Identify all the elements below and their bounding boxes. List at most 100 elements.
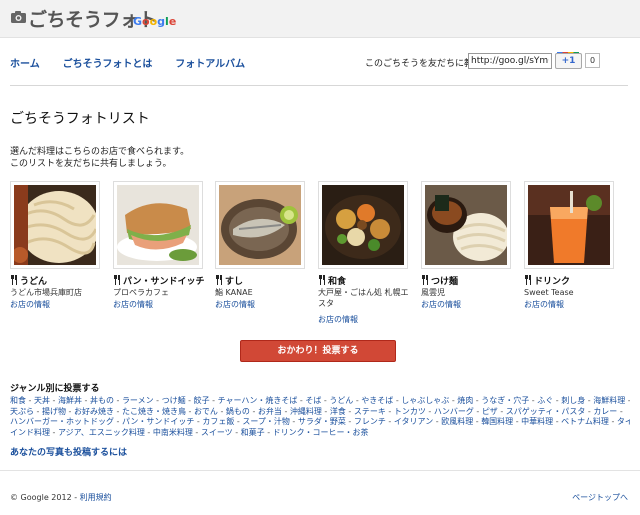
genre-link[interactable]: 餃子 xyxy=(194,396,210,405)
dish-category: うどん xyxy=(10,274,47,287)
genre-link[interactable]: スイーツ xyxy=(201,428,233,437)
genre-link[interactable]: フレンチ xyxy=(354,417,386,426)
genre-link[interactable]: アジア、エスニック料理 xyxy=(58,428,145,437)
plusone-button[interactable]: +1 xyxy=(555,53,582,69)
dish-photo-frame[interactable] xyxy=(113,181,203,269)
genre-link[interactable]: おでん xyxy=(194,407,218,416)
genre-link[interactable]: ラーメン xyxy=(122,396,154,405)
post-photo-link[interactable]: あなたの写真も投稿するには xyxy=(10,445,127,458)
genre-separator: - xyxy=(617,406,623,416)
dish-photo-frame[interactable] xyxy=(10,181,100,269)
genre-link[interactable]: イタリアン xyxy=(394,417,433,426)
genre-link[interactable]: スープ・汁物 xyxy=(242,417,290,426)
genre-link[interactable]: ドリンク・コーヒー・お茶 xyxy=(273,428,369,437)
genre-link[interactable]: トンカツ xyxy=(394,407,426,416)
share-url-field[interactable] xyxy=(468,53,552,69)
genre-link[interactable]: 天丼 xyxy=(34,396,50,405)
vote-again-button[interactable]: おかわり！投票する xyxy=(240,340,396,362)
genre-link[interactable]: ベトナム料理 xyxy=(561,417,609,426)
dish-photo-frame[interactable] xyxy=(421,181,511,269)
genre-link[interactable]: ステーキ xyxy=(354,407,386,416)
main-nav: ホーム ごちそうフォトとは フォトアルバム xyxy=(10,55,265,70)
genre-separator: - xyxy=(289,417,298,426)
genre-link[interactable]: 鍋もの xyxy=(226,407,250,416)
genre-link[interactable]: カレー xyxy=(593,407,617,416)
dish-photo-frame[interactable] xyxy=(524,181,614,269)
genre-link[interactable]: お好み焼き xyxy=(74,407,114,416)
genre-link[interactable]: 韓国料理 xyxy=(481,417,513,426)
genre-link[interactable]: 丼もの xyxy=(90,396,114,405)
shop-info-link[interactable]: お店の情報 xyxy=(524,299,564,310)
genre-link[interactable]: タイ料理 xyxy=(617,417,630,426)
dish-photo-frame[interactable] xyxy=(215,181,305,269)
genre-link[interactable]: 欧風料理 xyxy=(441,417,473,426)
shop-info-link[interactable]: お店の情報 xyxy=(215,299,255,310)
nav-photo-album[interactable]: フォトアルバム xyxy=(175,59,245,70)
shop-info-link[interactable]: お店の情報 xyxy=(10,299,50,310)
genre-line: 和食 - 天丼 - 海鮮丼 - 丼もの - ラーメン - つけ麺 - 餃子 - … xyxy=(10,396,630,407)
genre-link[interactable]: 洋食 xyxy=(330,407,346,416)
genre-link[interactable]: そば xyxy=(305,396,321,405)
genre-link[interactable]: しゃぶしゃぶ xyxy=(401,396,449,405)
genre-link[interactable]: 和食 xyxy=(10,396,26,405)
genre-link[interactable]: カフェ飯 xyxy=(202,417,234,426)
terms-link[interactable]: 利用規約 xyxy=(80,493,112,502)
genre-link[interactable]: 焼肉 xyxy=(457,396,473,405)
genre-link[interactable]: ふぐ xyxy=(537,396,553,405)
google-logo-letter: e xyxy=(168,15,177,28)
genre-link[interactable]: 中南米料理 xyxy=(153,428,193,437)
genre-link[interactable]: ハンバーガー・ホットドッグ xyxy=(10,417,114,426)
genre-link[interactable]: うどん xyxy=(329,396,353,405)
genre-separator: - xyxy=(433,417,442,426)
dish-category: パン・サンドイッチ xyxy=(113,274,204,287)
genre-separator: - xyxy=(249,406,258,416)
genre-separator: - xyxy=(625,396,630,405)
genre-separator: - xyxy=(113,396,122,405)
genre-link[interactable]: 和菓子 xyxy=(241,428,265,437)
dish-photo-frame[interactable] xyxy=(318,181,408,269)
washoku-photo xyxy=(322,185,404,265)
genre-separator: - xyxy=(114,417,122,426)
google-logo-letter: o xyxy=(142,15,150,28)
genre-link[interactable]: ハンバーグ xyxy=(434,407,474,416)
dish-category: つけ麺 xyxy=(421,274,458,287)
genre-link[interactable]: うなぎ・穴子 xyxy=(481,396,529,405)
genre-separator: - xyxy=(50,427,58,437)
genre-link[interactable]: サラダ・野菜 xyxy=(298,417,346,426)
genre-link[interactable]: たこ焼き・焼き鳥 xyxy=(122,407,186,416)
dish-shop-name: 風雲児 xyxy=(421,288,445,297)
genre-link[interactable]: 天ぷら xyxy=(10,407,34,416)
sushi-photo xyxy=(219,185,301,265)
genre-separator: - xyxy=(497,406,506,416)
genre-link[interactable]: ピザ xyxy=(482,407,498,416)
shop-info-link[interactable]: お店の情報 xyxy=(421,299,461,310)
genre-link[interactable]: つけ麺 xyxy=(162,396,186,405)
genre-link[interactable]: やきそば xyxy=(361,396,393,405)
genre-link[interactable]: 揚げ物 xyxy=(42,407,66,416)
genre-link[interactable]: 沖縄料理 xyxy=(290,407,322,416)
shop-info-link[interactable]: お店の情報 xyxy=(113,299,153,310)
genre-separator: - xyxy=(473,417,482,426)
genre-link[interactable]: 海鮮料理 xyxy=(593,396,625,405)
genre-link[interactable]: お弁当 xyxy=(258,407,282,416)
fork-knife-icon xyxy=(11,275,17,285)
nav-about[interactable]: ごちそうフォトとは xyxy=(63,59,153,70)
nav-home[interactable]: ホーム xyxy=(10,59,40,70)
genre-link[interactable]: 中華料理 xyxy=(521,417,553,426)
genre-link-list: 和食 - 天丼 - 海鮮丼 - 丼もの - ラーメン - つけ麺 - 餃子 - … xyxy=(10,396,630,438)
genre-separator: - xyxy=(264,427,273,437)
genre-link[interactable]: 刺し身 xyxy=(561,396,585,405)
shop-info-link[interactable]: お店の情報 xyxy=(318,314,358,325)
google-logo-letter: G xyxy=(133,15,143,28)
genre-link[interactable]: 海鮮丼 xyxy=(58,396,82,405)
genre-link[interactable]: インド料理 xyxy=(10,428,50,437)
fork-knife-icon xyxy=(319,275,325,285)
genre-link[interactable]: スパゲッティ・パスタ xyxy=(506,407,586,416)
genre-separator: - xyxy=(281,406,290,416)
genre-link[interactable]: チャーハン・焼きそば xyxy=(218,396,298,405)
genre-link[interactable]: パン・サンドイッチ xyxy=(122,417,194,426)
dish-shop-name: プロペラカフェ xyxy=(113,288,169,297)
genre-separator: - xyxy=(513,417,522,426)
page-top-link[interactable]: ページトップへ xyxy=(572,492,628,503)
copyright-text: © Google 2012 - xyxy=(10,493,80,502)
